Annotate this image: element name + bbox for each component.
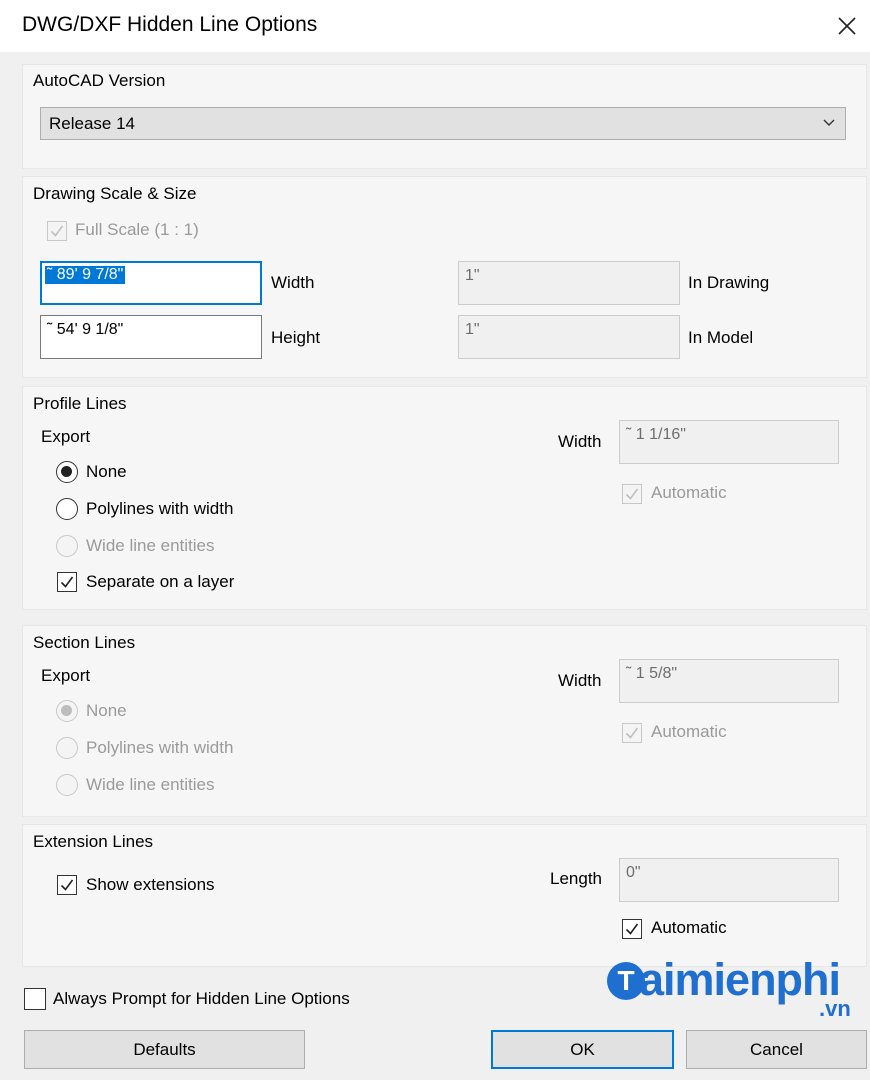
profile-width-value: ˜ 1 1/16" (626, 426, 686, 443)
always-prompt-label: Always Prompt for Hidden Line Options (53, 989, 350, 1008)
profile-automatic-label: Automatic (651, 483, 727, 502)
scale-width-label: Width (271, 273, 315, 292)
check-icon (60, 576, 74, 588)
separate-layer-checkbox[interactable] (57, 572, 77, 592)
full-scale-checkbox[interactable] (47, 221, 67, 241)
section-width-input[interactable]: ˜ 1 5/8" (619, 659, 839, 703)
profile-lines-label: Profile Lines (33, 394, 127, 413)
section-wide-line-radio[interactable] (56, 774, 78, 796)
check-icon (625, 727, 639, 739)
title-bar: DWG/DXF Hidden Line Options (0, 0, 870, 52)
section-polylines-label: Polylines with width (86, 738, 234, 757)
scale-height-label: Height (271, 328, 321, 347)
profile-wide-line-radio[interactable] (56, 535, 78, 557)
profile-automatic-checkbox[interactable] (622, 484, 642, 504)
defaults-button[interactable]: Defaults (24, 1030, 305, 1069)
profile-none-radio[interactable] (56, 461, 78, 483)
section-width-value: ˜ 1 5/8" (626, 665, 678, 682)
section-export-label: Export (41, 666, 91, 685)
in-drawing-input[interactable]: 1" (458, 261, 680, 305)
watermark-text: aimienphi (639, 954, 841, 1005)
section-none-radio[interactable] (56, 700, 78, 722)
in-drawing-value: 1" (465, 267, 480, 284)
full-scale-label: Full Scale (1 : 1) (75, 220, 199, 239)
profile-none-label: None (86, 462, 127, 481)
check-icon (625, 923, 639, 935)
in-drawing-label: In Drawing (688, 273, 770, 292)
ok-button[interactable]: OK (491, 1030, 674, 1069)
section-polylines-radio[interactable] (56, 737, 78, 759)
radio-selected-dot (61, 705, 72, 716)
dialog-title: DWG/DXF Hidden Line Options (22, 13, 318, 36)
extension-length-label: Length (550, 869, 602, 888)
taimienphi-watermark: T aimienphi .vn (607, 952, 857, 1022)
in-model-label: In Model (688, 328, 754, 347)
section-automatic-label: Automatic (651, 722, 727, 741)
separate-layer-label: Separate on a layer (86, 572, 235, 591)
section-width-label: Width (558, 671, 602, 690)
extension-length-input[interactable]: 0" (619, 858, 839, 902)
section-wide-line-label: Wide line entities (86, 775, 215, 794)
scale-width-value: ˜ 89' 9 7/8" (45, 266, 126, 284)
section-automatic-checkbox[interactable] (622, 723, 642, 743)
profile-wide-line-label: Wide line entities (86, 536, 215, 555)
close-button[interactable] (824, 4, 870, 48)
scale-height-input[interactable]: ˜ 54' 9 1/8" (40, 315, 262, 359)
extension-length-value: 0" (626, 864, 641, 881)
show-extensions-checkbox[interactable] (57, 875, 77, 895)
in-model-value: 1" (465, 321, 480, 338)
always-prompt-checkbox[interactable] (24, 988, 46, 1010)
profile-width-label: Width (558, 432, 602, 451)
chevron-down-icon (823, 119, 835, 126)
in-model-input[interactable]: 1" (458, 315, 680, 359)
drawing-scale-label: Drawing Scale & Size (33, 184, 197, 203)
profile-polylines-label: Polylines with width (86, 499, 234, 518)
extension-automatic-checkbox[interactable] (622, 919, 642, 939)
autocad-version-value: Release 14 (49, 114, 136, 133)
scale-height-value: ˜ 54' 9 1/8" (47, 321, 124, 338)
check-icon (50, 225, 64, 237)
watermark-suffix: .vn (819, 996, 851, 1021)
check-icon (60, 879, 74, 891)
profile-export-label: Export (41, 427, 91, 446)
autocad-version-label: AutoCAD Version (33, 71, 166, 90)
autocad-version-dropdown[interactable]: Release 14 (40, 107, 846, 140)
show-extensions-label: Show extensions (86, 875, 215, 894)
section-none-label: None (86, 701, 127, 720)
scale-width-input[interactable]: ˜ 89' 9 7/8" (40, 261, 262, 305)
profile-polylines-radio[interactable] (56, 498, 78, 520)
extension-lines-label: Extension Lines (33, 832, 154, 851)
extension-automatic-label: Automatic (651, 918, 727, 937)
radio-selected-dot (61, 466, 72, 477)
profile-width-input[interactable]: ˜ 1 1/16" (619, 420, 839, 464)
close-icon (838, 17, 856, 35)
cancel-button[interactable]: Cancel (686, 1030, 867, 1069)
section-lines-label: Section Lines (33, 633, 136, 652)
check-icon (625, 488, 639, 500)
